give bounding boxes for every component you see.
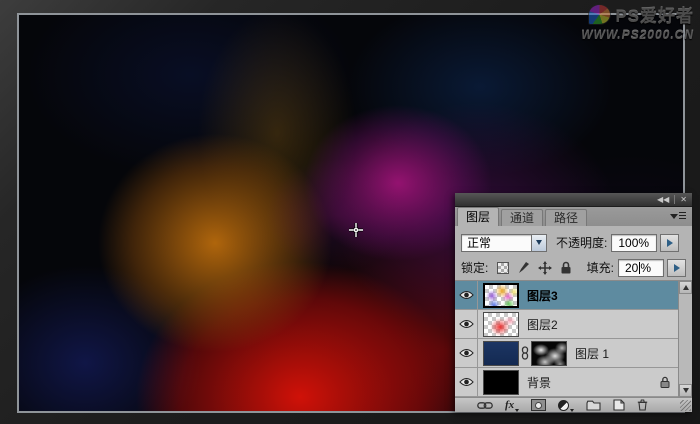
thumbnail-art xyxy=(484,313,518,336)
close-panel-button[interactable]: ✕ xyxy=(675,193,692,206)
visibility-toggle[interactable] xyxy=(455,339,478,367)
adjustment-layer-icon xyxy=(558,400,569,411)
blend-mode-value: 正常 xyxy=(467,234,491,251)
visibility-toggle[interactable] xyxy=(455,368,478,396)
panel-menu-button[interactable] xyxy=(670,211,686,222)
thumbnail-art xyxy=(485,285,517,306)
move-icon xyxy=(538,261,552,275)
lock-paint-button[interactable] xyxy=(516,260,531,275)
scroll-down-button[interactable] xyxy=(679,384,692,397)
arrow-right-icon xyxy=(674,264,680,272)
layer-row-1[interactable]: 图层 1 xyxy=(455,339,678,368)
locked-icon xyxy=(660,376,670,388)
lock-all-button[interactable] xyxy=(558,260,573,275)
visibility-toggle[interactable] xyxy=(455,281,478,309)
link-layers-icon xyxy=(477,401,493,410)
panel-tab-bar: 图层 通道 路径 xyxy=(455,207,692,226)
layer-row-background[interactable]: 背景 xyxy=(455,368,678,397)
tab-layers[interactable]: 图层 xyxy=(457,207,499,226)
adjustment-layer-button[interactable] xyxy=(558,399,574,412)
layer-thumbnail[interactable] xyxy=(483,283,519,308)
chevron-down-icon xyxy=(670,214,678,219)
link-layers-button[interactable] xyxy=(477,399,493,412)
layer-style-icon: fx xyxy=(505,400,514,411)
fill-value-before-caret: 20 xyxy=(625,261,638,275)
eye-icon xyxy=(459,348,474,358)
fill-slider-button[interactable] xyxy=(667,259,686,277)
lock-position-button[interactable] xyxy=(537,260,552,275)
tab-channels[interactable]: 通道 xyxy=(501,209,543,226)
layer-thumbnail[interactable] xyxy=(483,341,519,366)
move-crosshair-cursor xyxy=(349,223,363,237)
layer-thumbnail[interactable] xyxy=(483,312,519,337)
arrow-up-icon xyxy=(683,285,689,290)
eye-icon xyxy=(459,290,474,300)
rainbow-fan-icon xyxy=(588,4,611,25)
padlock-icon xyxy=(560,261,572,274)
layer-row-2[interactable]: 图层2 xyxy=(455,310,678,339)
layer-thumbnail[interactable] xyxy=(483,370,519,395)
layer-style-button[interactable]: fx xyxy=(505,399,519,412)
chevron-down-icon xyxy=(570,409,574,412)
layers-scrollbar[interactable] xyxy=(678,281,692,397)
delete-layer-icon xyxy=(637,399,648,411)
scroll-up-button[interactable] xyxy=(679,281,692,294)
visibility-toggle[interactable] xyxy=(455,310,478,338)
opacity-label: 不透明度: xyxy=(556,234,607,251)
layer-row-3[interactable]: 图层3 xyxy=(455,281,678,310)
new-layer-button[interactable] xyxy=(613,399,625,412)
layer-name[interactable]: 背景 xyxy=(527,374,551,391)
fill-label: 填充: xyxy=(587,259,614,276)
tab-paths[interactable]: 路径 xyxy=(545,209,587,226)
watermark-brand: PS爱好者 xyxy=(615,2,694,27)
fill-value-after-caret: % xyxy=(640,261,651,275)
layer-name[interactable]: 图层 1 xyxy=(575,345,609,362)
panel-resize-grip[interactable] xyxy=(680,400,691,411)
layer-controls: 正常 不透明度: 100% 锁定: xyxy=(455,226,692,280)
panel-bottom-toolbar: fx xyxy=(455,397,692,412)
layers-list: 图层3 图层2 xyxy=(455,280,692,397)
watermark-url: WWW.PS2000.CN xyxy=(581,28,694,42)
menu-lines-icon xyxy=(679,212,686,221)
opacity-slider-button[interactable] xyxy=(660,234,679,252)
eye-icon xyxy=(459,377,474,387)
chevron-down-icon xyxy=(515,409,519,412)
eye-icon xyxy=(459,319,474,329)
collapse-panel-button[interactable]: ◀◀ xyxy=(652,193,674,206)
new-group-icon xyxy=(586,400,601,411)
brush-icon xyxy=(517,261,530,274)
layers-panel: ◀◀ ✕ 图层 通道 路径 正常 不透明度: 100% 锁定: xyxy=(455,193,692,412)
arrow-down-icon xyxy=(683,388,689,393)
site-watermark: PS爱好者 WWW.PS2000.CN xyxy=(581,2,694,42)
blend-mode-select[interactable]: 正常 xyxy=(461,234,547,252)
layer-name[interactable]: 图层3 xyxy=(527,287,558,304)
arrow-right-icon xyxy=(667,239,673,247)
delete-layer-button[interactable] xyxy=(637,399,648,412)
checkerboard-icon xyxy=(497,262,509,274)
new-group-button[interactable] xyxy=(586,399,601,412)
add-mask-icon xyxy=(531,399,546,411)
layer-name[interactable]: 图层2 xyxy=(527,316,558,333)
lock-transparency-button[interactable] xyxy=(495,260,510,275)
opacity-input[interactable]: 100% xyxy=(611,234,657,252)
chevron-down-icon xyxy=(536,240,542,245)
new-layer-icon xyxy=(613,399,625,411)
blend-mode-arrow[interactable] xyxy=(531,235,546,251)
layer-mask-thumbnail[interactable] xyxy=(531,341,567,366)
fill-input[interactable]: 20% xyxy=(618,259,664,277)
opacity-value: 100% xyxy=(618,236,649,250)
panel-titlebar[interactable]: ◀◀ ✕ xyxy=(455,193,692,207)
lock-label: 锁定: xyxy=(461,259,488,276)
mask-link-icon xyxy=(521,346,529,360)
add-mask-button[interactable] xyxy=(531,399,546,412)
